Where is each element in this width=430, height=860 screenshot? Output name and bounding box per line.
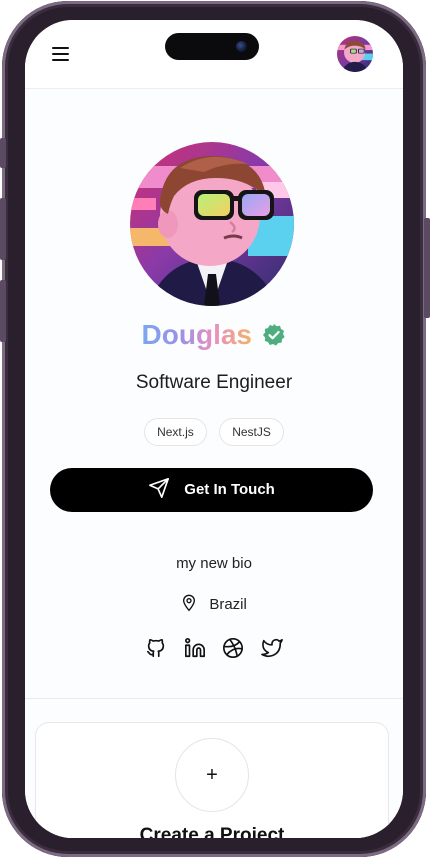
profile-location: Brazil bbox=[25, 594, 403, 614]
side-button-volume-down bbox=[0, 280, 6, 342]
verified-badge-icon bbox=[262, 323, 286, 347]
profile-avatar bbox=[130, 142, 294, 306]
section-divider bbox=[25, 698, 403, 699]
twitter-icon[interactable] bbox=[260, 637, 283, 659]
get-in-touch-label: Get In Touch bbox=[184, 481, 275, 498]
side-button-volume-up bbox=[0, 198, 6, 260]
side-button-action bbox=[0, 138, 6, 168]
dribbble-icon[interactable] bbox=[222, 637, 244, 659]
location-text: Brazil bbox=[209, 596, 247, 613]
skill-tag: Next.js bbox=[144, 418, 207, 446]
plus-icon: + bbox=[206, 764, 218, 786]
profile-name-row: Douglas bbox=[25, 317, 403, 353]
linkedin-icon[interactable] bbox=[184, 637, 206, 659]
social-links bbox=[25, 637, 403, 664]
profile-title: Software Engineer bbox=[135, 372, 293, 393]
profile-content: Douglas Software Engineer Next.js NestJS… bbox=[25, 89, 403, 838]
top-navbar bbox=[25, 20, 403, 89]
side-button-power bbox=[424, 218, 430, 318]
skill-tag: NestJS bbox=[219, 418, 284, 446]
add-project-button[interactable]: + bbox=[175, 738, 249, 812]
skill-tags: Next.js NestJS bbox=[25, 418, 403, 446]
user-avatar[interactable] bbox=[337, 36, 373, 72]
github-icon[interactable] bbox=[145, 637, 167, 659]
send-icon bbox=[148, 478, 184, 499]
phone-screen: Douglas Software Engineer Next.js NestJS… bbox=[25, 20, 403, 838]
profile-bio: my new bio bbox=[176, 555, 252, 572]
hamburger-menu-icon[interactable] bbox=[52, 47, 70, 61]
profile-name: Douglas bbox=[142, 317, 252, 353]
dynamic-island bbox=[165, 33, 259, 60]
create-project-card[interactable]: + Create a Project bbox=[35, 722, 389, 838]
map-pin-icon bbox=[181, 594, 209, 613]
get-in-touch-button[interactable]: Get In Touch bbox=[50, 468, 373, 512]
camera-icon bbox=[236, 41, 247, 52]
create-project-label: Create a Project bbox=[139, 825, 285, 838]
